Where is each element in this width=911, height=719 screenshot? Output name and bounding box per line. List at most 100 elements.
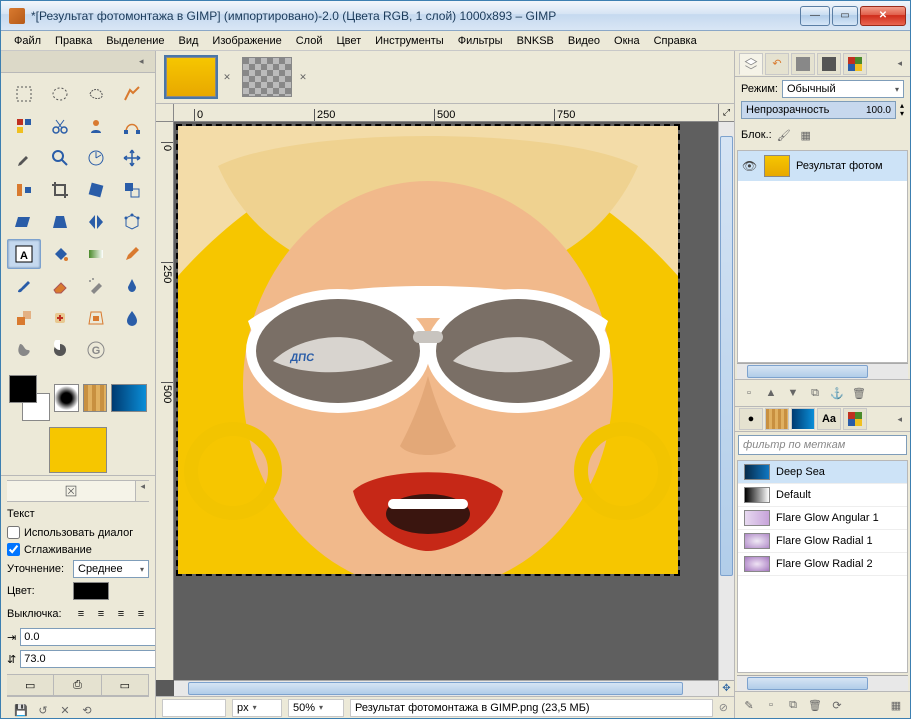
scissors-select-tool[interactable] [43, 111, 77, 141]
layer-name[interactable]: Результат фотом [796, 160, 903, 172]
canvas-image[interactable]: ДПС [178, 126, 678, 574]
ink-tool[interactable] [115, 271, 149, 301]
gradient-item[interactable]: Deep Sea [738, 461, 907, 484]
tool-options-tab[interactable] [7, 481, 136, 501]
bucket-fill-tool[interactable] [43, 239, 77, 269]
close-button[interactable]: ✕ [860, 6, 906, 26]
pattern-swatch[interactable] [83, 384, 108, 412]
menu-colors[interactable]: Цвет [329, 33, 368, 49]
heal-tool[interactable] [43, 303, 77, 333]
color-picker-tool[interactable] [7, 143, 41, 173]
channels-tab-icon[interactable] [791, 53, 815, 75]
opacity-slider[interactable]: Непрозрачность 100.0 [741, 101, 896, 119]
save-options-icon[interactable]: 💾 [11, 700, 31, 718]
menu-bnksb[interactable]: BNKSB [510, 33, 561, 49]
gradient-hscroll-thumb[interactable] [747, 677, 868, 690]
lock-pixels-icon[interactable]: 🖌 [776, 127, 792, 143]
delete-options-icon[interactable]: ✕ [55, 700, 75, 718]
line-spacing-input[interactable] [20, 650, 155, 668]
vertical-ruler[interactable]: 0 250 500 [156, 122, 174, 680]
gradient-dock-menu-icon[interactable]: ◂ [893, 414, 906, 425]
restore-options-icon[interactable]: ↺ [33, 700, 53, 718]
tool-options-menu-icon[interactable]: ◂ [136, 481, 149, 501]
horizontal-ruler[interactable]: 0 250 500 750 [174, 104, 718, 122]
cancel-icon[interactable]: ⊘ [719, 701, 728, 714]
image-tab-2[interactable]: ✕ [242, 57, 310, 97]
layers-tab-icon[interactable] [739, 53, 763, 75]
patterns-tab-icon[interactable] [765, 408, 789, 430]
undo-history-tab-icon[interactable]: ↶ [765, 53, 789, 75]
gegl-tool[interactable]: G [79, 335, 113, 365]
menu-filters[interactable]: Фильтры [451, 33, 510, 49]
flip-tool[interactable] [79, 207, 113, 237]
paintbrush-tool[interactable] [7, 271, 41, 301]
airbrush-tool[interactable] [79, 271, 113, 301]
active-image-thumb[interactable] [49, 427, 107, 473]
colormap-tab-icon[interactable] [843, 53, 867, 75]
gradient-tool[interactable] [79, 239, 113, 269]
paths-tab-icon[interactable] [817, 53, 841, 75]
gradient-hscroll[interactable] [737, 675, 908, 691]
gradients-tab-icon[interactable] [791, 408, 815, 430]
zoom-fit-icon[interactable]: ⤢ [718, 104, 734, 122]
menu-layer[interactable]: Слой [289, 33, 330, 49]
image-tab-1[interactable]: ✕ [166, 57, 234, 97]
menu-help[interactable]: Справка [647, 33, 704, 49]
text-color-swatch[interactable] [73, 582, 109, 600]
gradient-list[interactable]: Deep Sea Default Flare Glow Angular 1 Fl… [737, 460, 908, 673]
layer-list[interactable]: 👁 Результат фотом [737, 150, 908, 363]
layers-hscroll[interactable] [737, 363, 908, 379]
horizontal-scrollbar[interactable] [174, 680, 718, 696]
shear-tool[interactable] [7, 207, 41, 237]
layers-hscroll-thumb[interactable] [747, 365, 868, 378]
eraser-tool[interactable] [43, 271, 77, 301]
new-layer-icon[interactable]: ▫ [739, 383, 759, 403]
free-select-tool[interactable] [79, 79, 113, 109]
scale-tool[interactable] [115, 175, 149, 205]
layer-thumb[interactable] [764, 155, 790, 177]
layer-row[interactable]: 👁 Результат фотом [738, 151, 907, 181]
zoom-tool[interactable] [43, 143, 77, 173]
menu-windows[interactable]: Окна [607, 33, 647, 49]
raise-layer-icon[interactable]: ▲ [761, 383, 781, 403]
canvas-viewport[interactable]: ДПС [174, 122, 718, 680]
dock-menu-icon[interactable]: ◂ [139, 56, 151, 68]
measure-tool[interactable] [79, 143, 113, 173]
menu-edit[interactable]: Правка [48, 33, 99, 49]
fg-bg-color[interactable] [9, 375, 50, 421]
opt-antialias[interactable]: Сглаживание [7, 541, 149, 558]
maximize-button[interactable]: ▭ [832, 6, 858, 26]
zoom-select[interactable]: 50% [288, 699, 344, 717]
ruler-corner[interactable] [156, 104, 174, 122]
new-gradient-icon[interactable]: ▫ [761, 695, 781, 715]
lock-alpha-icon[interactable]: ▦ [798, 127, 814, 143]
paths-tool[interactable] [115, 111, 149, 141]
gradient-item[interactable]: Flare Glow Radial 1 [738, 530, 907, 553]
select-by-color-tool[interactable] [7, 111, 41, 141]
blur-tool[interactable] [115, 303, 149, 333]
options-tab-2[interactable]: ⎙ [54, 675, 101, 695]
fuzzy-select-tool[interactable] [115, 79, 149, 109]
unit-select[interactable]: px [232, 699, 282, 717]
align-tool[interactable] [7, 175, 41, 205]
refresh-gradient-icon[interactable]: ⟳ [827, 695, 847, 715]
visibility-icon[interactable]: 👁 [742, 159, 758, 173]
mode-select[interactable]: Обычный [782, 80, 904, 98]
delete-layer-icon[interactable]: 🗑 [849, 383, 869, 403]
reset-options-icon[interactable]: ⟲ [77, 700, 97, 718]
lower-layer-icon[interactable]: ▼ [783, 383, 803, 403]
antialias-checkbox[interactable] [7, 543, 20, 556]
brush-swatch[interactable] [54, 384, 79, 412]
gradient-item[interactable]: Default [738, 484, 907, 507]
gradient-filter-input[interactable]: фильтр по меткам [738, 435, 907, 455]
menu-select[interactable]: Выделение [99, 33, 171, 49]
anchor-layer-icon[interactable]: ⚓ [827, 383, 847, 403]
cage-tool[interactable] [115, 207, 149, 237]
indent-input[interactable] [20, 628, 155, 646]
move-tool[interactable] [115, 143, 149, 173]
dodge-burn-tool[interactable] [43, 335, 77, 365]
image-tab-1-close-icon[interactable]: ✕ [220, 70, 234, 84]
h-scroll-thumb[interactable] [188, 682, 683, 695]
navigation-icon[interactable]: ✥ [718, 680, 734, 696]
options-tab-1[interactable]: ▭ [7, 675, 54, 695]
